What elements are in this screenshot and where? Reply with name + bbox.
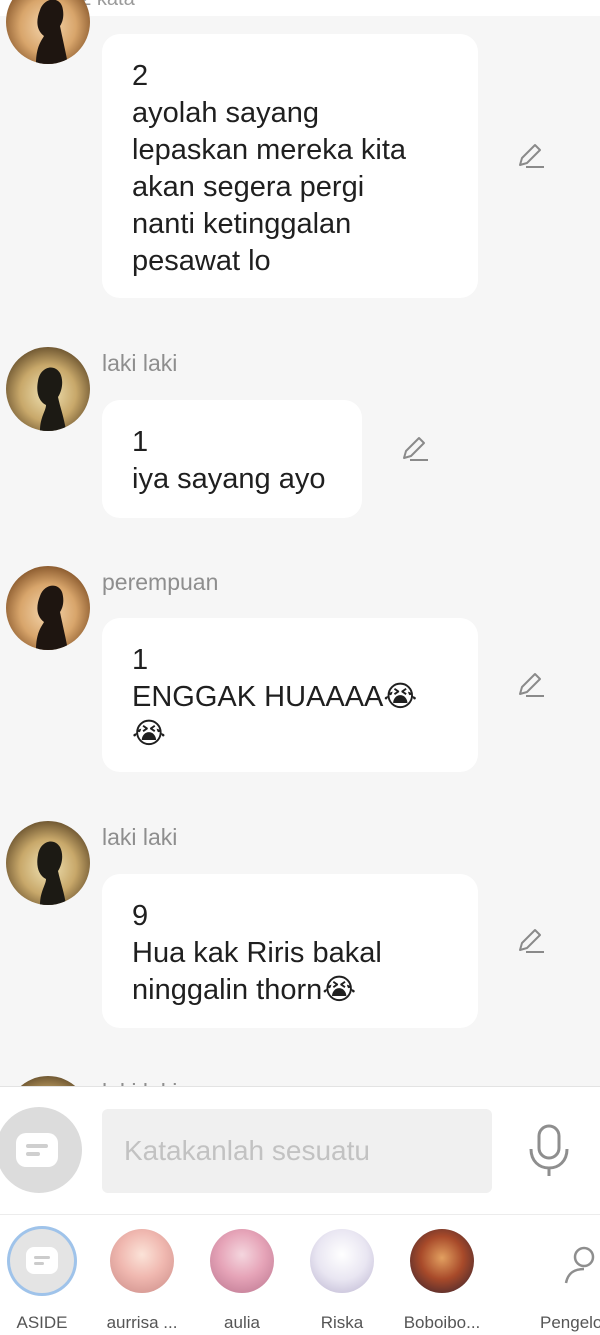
character-avatar: [210, 1229, 274, 1293]
tab-label: ASIDE: [16, 1313, 68, 1332]
chat-bubble-icon: [26, 1247, 58, 1274]
character-avatar: [410, 1229, 474, 1293]
message-input[interactable]: [102, 1109, 492, 1193]
character-tab-bar: ASIDE aurrisa ... aulia Riska Boboibo...…: [0, 1214, 600, 1335]
tab-manage[interactable]: Pengelola: [520, 1229, 600, 1335]
avatar-male[interactable]: [6, 821, 90, 905]
silhouette-male-icon: [37, 367, 66, 431]
character-avatar: [310, 1229, 374, 1293]
edit-icon[interactable]: [516, 141, 546, 171]
silhouette-male-icon: [37, 841, 66, 905]
tab-label: Pengelola: [540, 1313, 600, 1332]
tab-boboiboy[interactable]: Boboibo...: [392, 1229, 492, 1335]
avatar-female[interactable]: [6, 566, 90, 650]
tab-label: Riska: [320, 1313, 364, 1332]
add-person-icon: [564, 1246, 595, 1284]
edit-icon[interactable]: [516, 926, 546, 956]
silhouette-female-icon: [36, 585, 68, 650]
aside-avatar: [10, 1229, 74, 1293]
avatar-female[interactable]: [6, 0, 90, 64]
message-composer: [0, 1086, 600, 1215]
speaker-name: laki laki: [102, 350, 178, 376]
message-bubble[interactable]: 9 Hua kak Riris bakal ninggalin thorn😭: [102, 874, 478, 1028]
tab-aulia[interactable]: aulia: [192, 1229, 292, 1335]
chat-bubble-icon: [16, 1133, 58, 1167]
tab-riska[interactable]: Riska: [292, 1229, 392, 1335]
microphone-icon[interactable]: [526, 1123, 572, 1179]
message-bubble[interactable]: 1 iya sayang ayo: [102, 400, 362, 518]
tab-label: aulia: [224, 1313, 260, 1332]
silhouette-female-icon: [36, 0, 68, 64]
tab-aurrisa[interactable]: aurrisa ...: [92, 1229, 192, 1335]
avatar-male[interactable]: [6, 347, 90, 431]
speaker-name: laki laki: [102, 824, 178, 850]
tab-aside[interactable]: ASIDE: [0, 1229, 92, 1335]
character-avatar: [110, 1229, 174, 1293]
edit-icon[interactable]: [516, 670, 546, 700]
message-bubble[interactable]: 1 ENGGAK HUAAAA😭 😭: [102, 618, 478, 772]
aside-button[interactable]: [0, 1107, 82, 1193]
top-bar: 572 kata: [0, 0, 600, 16]
speaker-name: perempuan: [102, 569, 219, 595]
tab-label: aurrisa ...: [106, 1313, 178, 1332]
message-bubble[interactable]: 2 ayolah sayang lepaskan mereka kita aka…: [102, 34, 478, 298]
edit-icon[interactable]: [400, 434, 430, 464]
tab-label: Boboibo...: [403, 1313, 481, 1332]
